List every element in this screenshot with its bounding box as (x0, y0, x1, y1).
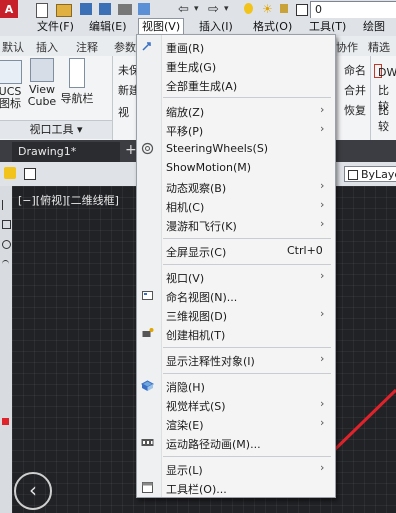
menu-item-visual-styles[interactable]: 视觉样式(S) › (137, 395, 335, 414)
hide-icon (141, 380, 154, 391)
menu-separator (163, 264, 331, 265)
menu-item-annotative-objects[interactable]: 显示注释性对象(I) › (137, 350, 335, 369)
submenu-arrow-icon: › (320, 217, 325, 230)
menu-separator (163, 238, 331, 239)
menu-item-regen-all[interactable]: 全部重生成(A) (137, 75, 335, 94)
menu-separator (163, 347, 331, 348)
toolbar-icon (142, 482, 153, 493)
menu-item-motion-path[interactable]: 运动路径动画(M)... (137, 433, 335, 452)
menu-item-camera[interactable]: 相机(C) › (137, 196, 335, 215)
menu-item-toolbars[interactable]: 工具栏(O)... (137, 478, 335, 497)
menu-item-zoom[interactable]: 缩放(Z) › (137, 101, 335, 120)
submenu-arrow-icon: › (320, 397, 325, 410)
menu-item-hide[interactable]: 消隐(H) (137, 376, 335, 395)
submenu-arrow-icon: › (320, 122, 325, 135)
menu-separator (163, 97, 331, 98)
menu-item-render[interactable]: 渲染(E) › (137, 414, 335, 433)
submenu-arrow-icon: › (320, 103, 325, 116)
motion-path-icon (141, 439, 154, 446)
submenu-arrow-icon: › (320, 416, 325, 429)
named-view-icon (142, 291, 153, 300)
menu-item-redraw[interactable]: 重画(R) (137, 37, 335, 56)
menu-item-pan[interactable]: 平移(P) › (137, 120, 335, 139)
menu-item-regen[interactable]: 重生成(G) (137, 56, 335, 75)
menu-item-display[interactable]: 显示(L) › (137, 459, 335, 478)
submenu-arrow-icon: › (320, 269, 325, 282)
steering-wheel-icon (141, 142, 154, 155)
submenu-arrow-icon: › (320, 461, 325, 474)
submenu-arrow-icon: › (320, 179, 325, 192)
submenu-arrow-icon: › (320, 307, 325, 320)
menu-item-orbit[interactable]: 动态观察(B) › (137, 177, 335, 196)
menu-item-walk-fly[interactable]: 漫游和飞行(K) › (137, 215, 335, 234)
redraw-icon (142, 42, 151, 51)
menu-separator (163, 373, 331, 374)
menu-item-fullscreen[interactable]: 全屏显示(C) Ctrl+0 (137, 241, 335, 260)
menu-item-viewports[interactable]: 视口(V) › (137, 267, 335, 286)
menu-item-named-views[interactable]: 命名视图(N)... (137, 286, 335, 305)
shortcut-label: Ctrl+0 (287, 244, 323, 257)
camera-icon (142, 328, 154, 337)
menu-item-create-camera[interactable]: 创建相机(T) (137, 324, 335, 343)
menu-item-3d-views[interactable]: 三维视图(D) › (137, 305, 335, 324)
menu-item-showmotion[interactable]: ShowMotion(M) (137, 158, 335, 177)
submenu-arrow-icon: › (320, 198, 325, 211)
submenu-arrow-icon: › (320, 352, 325, 365)
menu-separator (163, 456, 331, 457)
menu-item-steeringwheels[interactable]: SteeringWheels(S) (137, 139, 335, 158)
view-dropdown-menu: 重画(R) 重生成(G) 全部重生成(A) 缩放(Z) › 平移(P) › St… (136, 34, 336, 498)
